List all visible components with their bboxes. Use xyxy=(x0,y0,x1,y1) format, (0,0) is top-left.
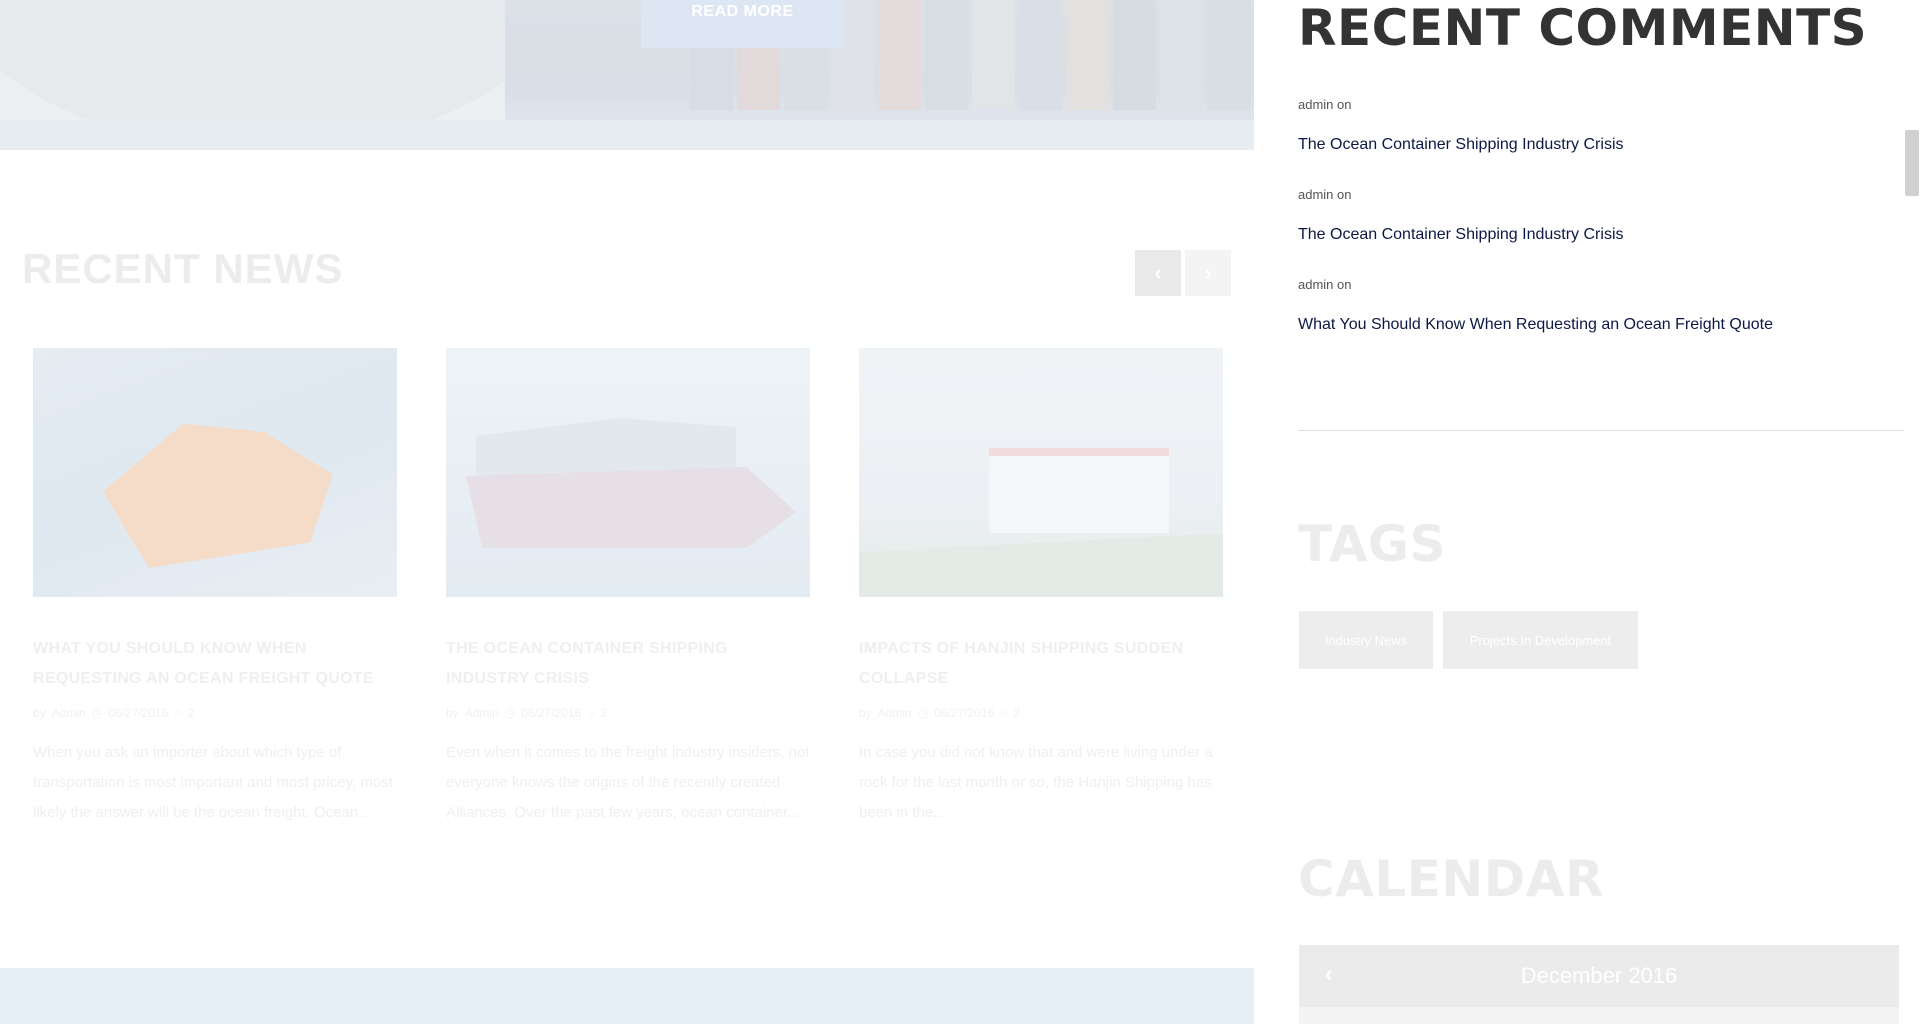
meta-by: by xyxy=(859,706,872,720)
chevron-left-icon[interactable]: ‹ xyxy=(1325,961,1332,987)
news-thumbnail-pilot-boat[interactable] xyxy=(33,348,397,597)
calendar-weekday-row xyxy=(1299,1007,1899,1024)
news-next-button[interactable]: › xyxy=(1185,250,1231,296)
footer-band xyxy=(0,968,1254,1024)
boat-image xyxy=(103,423,333,568)
recent-comments-heading: RECENT COMMENTS xyxy=(1298,0,1868,57)
news-card-meta: by Admin ◷ 06/27/2016 ○ 2 xyxy=(33,706,397,720)
meta-author[interactable]: Admin xyxy=(878,706,912,720)
comment-icon: ○ xyxy=(1000,706,1008,720)
meta-author[interactable]: Admin xyxy=(465,706,499,720)
main-content: READ MORE RECENT NEWS ‹ › WHAT YOU SHOUL… xyxy=(0,0,1254,1024)
recent-news-heading: RECENT NEWS xyxy=(22,245,344,292)
news-card-excerpt: In case you did not know that and were l… xyxy=(859,744,1213,821)
comment-icon: ○ xyxy=(587,706,595,720)
comment-post-link[interactable]: The Ocean Container Shipping Industry Cr… xyxy=(1298,226,1624,244)
meta-date[interactable]: 06/27/2016 xyxy=(521,706,581,720)
news-thumbnail-container-ship[interactable] xyxy=(446,348,810,597)
clock-icon: ◷ xyxy=(504,706,516,720)
clock-icon: ◷ xyxy=(917,706,929,720)
news-card-title[interactable]: IMPACTS OF HANJIN SHIPPING SUDDEN COLLAP… xyxy=(859,634,1223,694)
news-prev-button[interactable]: ‹ xyxy=(1135,250,1181,296)
ship-bridge-image xyxy=(989,448,1169,533)
calendar-month: December 2016 xyxy=(1520,963,1678,988)
news-card: WHAT YOU SHOULD KNOW WHEN REQUESTING AN … xyxy=(33,348,397,828)
calendar-header: ‹ December 2016 xyxy=(1299,945,1899,1007)
meta-comments[interactable]: 2 xyxy=(188,706,195,720)
news-card-title[interactable]: WHAT YOU SHOULD KNOW WHEN REQUESTING AN … xyxy=(33,634,397,694)
sidebar: RECENT COMMENTS admin on The Ocean Conta… xyxy=(1254,0,1904,1024)
calendar-heading: CALENDAR xyxy=(1298,850,1604,908)
chevron-left-icon: ‹ xyxy=(1154,260,1162,285)
scrollbar-thumb[interactable] xyxy=(1905,130,1919,196)
meta-comments[interactable]: 2 xyxy=(1014,706,1021,720)
news-card-meta: by Admin ◷ 06/27/2016 ○ 2 xyxy=(859,706,1223,720)
news-card-excerpt: When you ask an importer about which typ… xyxy=(33,744,393,821)
meta-date[interactable]: 06/27/2016 xyxy=(934,706,994,720)
news-card-title[interactable]: THE OCEAN CONTAINER SHIPPING INDUSTRY CR… xyxy=(446,634,810,694)
tag-projects-in-development[interactable]: Projects In Development xyxy=(1443,611,1638,669)
sea-water-image xyxy=(0,120,1254,150)
news-card-excerpt: Even when it comes to the freight indust… xyxy=(446,744,810,821)
comment-post-link[interactable]: The Ocean Container Shipping Industry Cr… xyxy=(1298,136,1624,154)
news-card: THE OCEAN CONTAINER SHIPPING INDUSTRY CR… xyxy=(446,348,810,828)
meta-comments[interactable]: 2 xyxy=(601,706,608,720)
meta-date[interactable]: 06/27/2016 xyxy=(108,706,168,720)
chevron-right-icon: › xyxy=(1204,260,1212,285)
tags-heading: TAGS xyxy=(1298,515,1446,573)
comment-post-link[interactable]: What You Should Know When Requesting an … xyxy=(1298,316,1773,334)
clock-icon: ◷ xyxy=(91,706,103,720)
comment-author: admin on xyxy=(1298,277,1352,292)
comment-author: admin on xyxy=(1298,97,1352,112)
meta-author[interactable]: Admin xyxy=(52,706,86,720)
news-card-meta: by Admin ◷ 06/27/2016 ○ 2 xyxy=(446,706,810,720)
comment-icon: ○ xyxy=(174,706,182,720)
comment-author: admin on xyxy=(1298,187,1352,202)
meta-by: by xyxy=(446,706,459,720)
ship-deck-image xyxy=(859,533,1223,597)
news-card: IMPACTS OF HANJIN SHIPPING SUDDEN COLLAP… xyxy=(859,348,1223,828)
sidebar-divider xyxy=(1298,430,1904,431)
hero-banner: READ MORE xyxy=(0,0,1254,150)
tag-industry-news[interactable]: Industry News xyxy=(1299,611,1433,669)
page-scrollbar[interactable] xyxy=(1904,0,1920,1024)
news-thumbnail-ship-deck[interactable] xyxy=(859,348,1223,597)
meta-by: by xyxy=(33,706,46,720)
read-more-button[interactable]: READ MORE xyxy=(641,0,844,48)
